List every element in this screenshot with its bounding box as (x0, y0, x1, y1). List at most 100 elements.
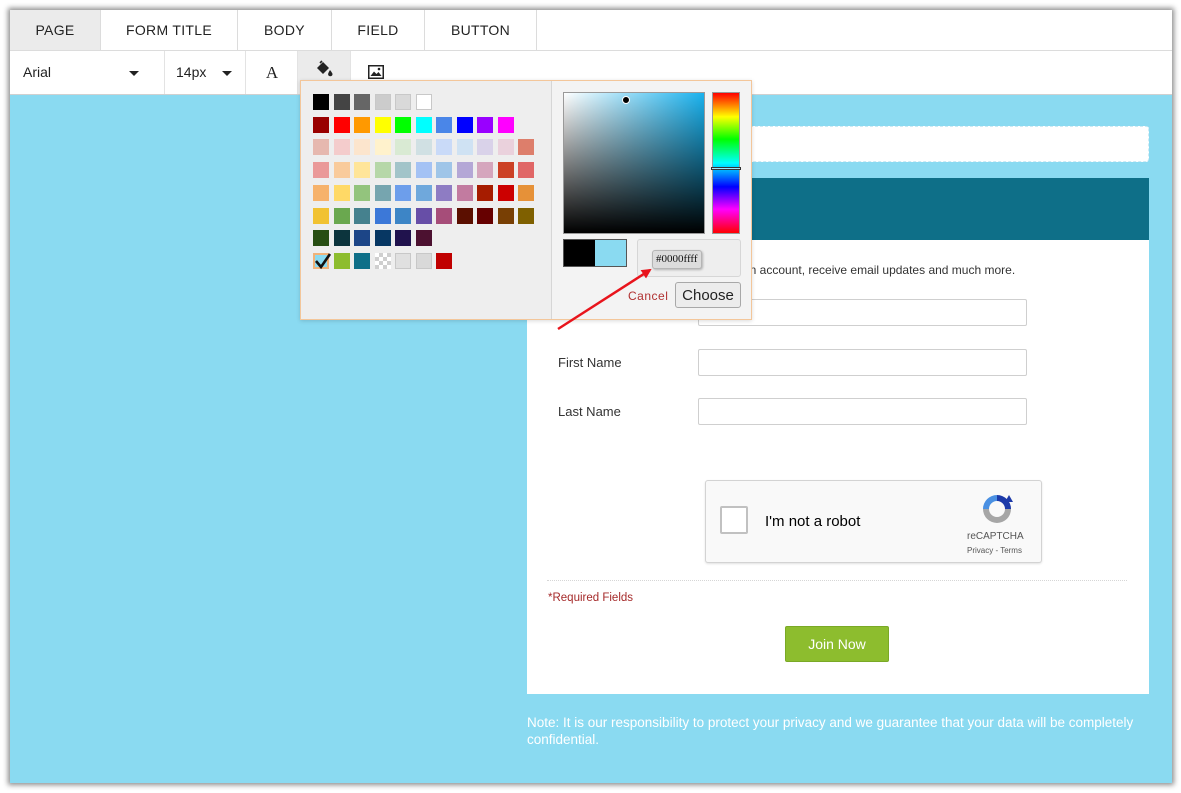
palette-swatch[interactable] (313, 139, 329, 156)
palette-swatch[interactable] (436, 207, 452, 224)
palette-swatch[interactable] (456, 207, 473, 224)
palette-swatch[interactable] (456, 162, 473, 179)
saturation-value-area[interactable] (563, 92, 705, 234)
palette-swatch[interactable] (374, 162, 391, 179)
palette-swatch[interactable] (313, 184, 329, 201)
palette-swatch[interactable] (395, 139, 411, 156)
palette-swatch[interactable] (436, 162, 452, 179)
palette-swatch[interactable] (354, 207, 370, 224)
palette-swatch[interactable] (456, 184, 473, 201)
tab-button[interactable]: BUTTON (425, 10, 537, 50)
palette-swatch[interactable] (477, 116, 493, 133)
hue-slider[interactable] (711, 92, 741, 234)
cancel-button[interactable]: Cancel (628, 289, 668, 303)
hex-value-input[interactable]: #0000ffff (652, 250, 702, 269)
palette-swatch[interactable] (436, 139, 452, 156)
palette-swatch[interactable] (415, 230, 432, 247)
palette-swatch[interactable] (374, 184, 391, 201)
palette-swatch[interactable] (313, 162, 329, 179)
palette-swatch[interactable] (477, 162, 493, 179)
palette-swatch[interactable] (395, 94, 411, 110)
font-size-select[interactable]: 14px (165, 51, 246, 94)
palette-swatch[interactable] (477, 139, 493, 156)
palette-swatch[interactable] (415, 207, 432, 224)
palette-swatch[interactable] (497, 116, 514, 133)
palette-swatch[interactable] (497, 184, 514, 201)
font-color-button[interactable]: A (246, 51, 298, 94)
palette-swatch[interactable] (518, 184, 534, 201)
last-name-field[interactable] (698, 398, 1027, 425)
recaptcha-checkbox[interactable] (720, 506, 748, 534)
palette-swatch[interactable] (395, 184, 411, 201)
hue-slider-handle[interactable] (711, 167, 741, 170)
palette-swatch[interactable] (354, 230, 370, 247)
palette-swatch[interactable] (518, 207, 534, 224)
palette-swatch[interactable] (497, 139, 514, 156)
font-family-select[interactable]: Arial (10, 51, 165, 94)
privacy-note: Note: It is our responsibility to protec… (527, 715, 1134, 747)
palette-swatch[interactable] (333, 184, 350, 201)
palette-swatch[interactable] (395, 252, 411, 269)
palette-swatch[interactable] (477, 207, 493, 224)
palette-swatch[interactable] (415, 139, 432, 156)
palette-swatch[interactable] (497, 207, 514, 224)
palette-swatch[interactable] (354, 139, 370, 156)
tab-form-title[interactable]: FORM TITLE (101, 10, 238, 50)
selected-check-icon (315, 253, 332, 270)
palette-swatch[interactable] (415, 184, 432, 201)
palette-swatch[interactable] (374, 139, 391, 156)
font-family-value: Arial (23, 64, 52, 80)
palette-swatch[interactable] (395, 162, 411, 179)
saturation-handle[interactable] (622, 96, 630, 104)
palette-swatch[interactable] (518, 162, 534, 179)
tab-body[interactable]: BODY (238, 10, 332, 50)
palette-swatch[interactable] (354, 184, 370, 201)
tab-page[interactable]: PAGE (10, 10, 101, 50)
palette-swatch[interactable] (333, 116, 350, 133)
palette-swatch[interactable] (354, 116, 370, 133)
choose-button[interactable]: Choose (675, 282, 741, 308)
palette-swatch[interactable] (313, 207, 329, 224)
first-name-label: First Name (558, 355, 622, 370)
palette-swatch[interactable] (333, 252, 350, 269)
palette-swatch[interactable] (497, 162, 514, 179)
palette-swatch[interactable] (518, 139, 534, 156)
palette-swatch[interactable] (456, 116, 473, 133)
palette-swatch[interactable] (395, 116, 411, 133)
join-now-button[interactable]: Join Now (785, 626, 889, 662)
tab-field[interactable]: FIELD (332, 10, 425, 50)
font-color-icon: A (266, 63, 279, 81)
palette-swatch[interactable] (313, 116, 329, 133)
palette-swatch[interactable] (354, 162, 370, 179)
palette-swatch[interactable] (477, 184, 493, 201)
palette-swatch[interactable] (374, 116, 391, 133)
palette-swatch[interactable] (333, 162, 350, 179)
first-name-field[interactable] (698, 349, 1027, 376)
palette-swatch[interactable] (313, 230, 329, 247)
palette-swatch[interactable] (436, 116, 452, 133)
palette-swatch[interactable] (333, 230, 350, 247)
palette-swatch[interactable] (395, 207, 411, 224)
required-fields-note: *Required Fields (548, 592, 634, 604)
recaptcha-privacy-terms-link[interactable]: Privacy - Terms (967, 546, 1022, 555)
font-size-value: 14px (176, 64, 207, 80)
palette-swatch[interactable] (436, 184, 452, 201)
palette-swatch[interactable] (436, 252, 452, 269)
palette-swatch[interactable] (354, 94, 370, 110)
palette-swatch[interactable] (374, 230, 391, 247)
palette-swatch[interactable] (415, 162, 432, 179)
palette-swatch[interactable] (374, 207, 391, 224)
form-title-placeholder[interactable] (727, 126, 1149, 162)
palette-swatch[interactable] (415, 94, 432, 110)
palette-swatch[interactable] (333, 94, 350, 110)
palette-swatch[interactable] (374, 94, 391, 110)
palette-swatch[interactable] (313, 94, 329, 110)
palette-swatch[interactable] (354, 252, 370, 269)
palette-swatch[interactable] (415, 252, 432, 269)
palette-swatch[interactable] (374, 252, 391, 269)
palette-swatch[interactable] (395, 230, 411, 247)
palette-swatch[interactable] (333, 139, 350, 156)
palette-swatch[interactable] (415, 116, 432, 133)
palette-swatch[interactable] (333, 207, 350, 224)
palette-swatch[interactable] (456, 139, 473, 156)
